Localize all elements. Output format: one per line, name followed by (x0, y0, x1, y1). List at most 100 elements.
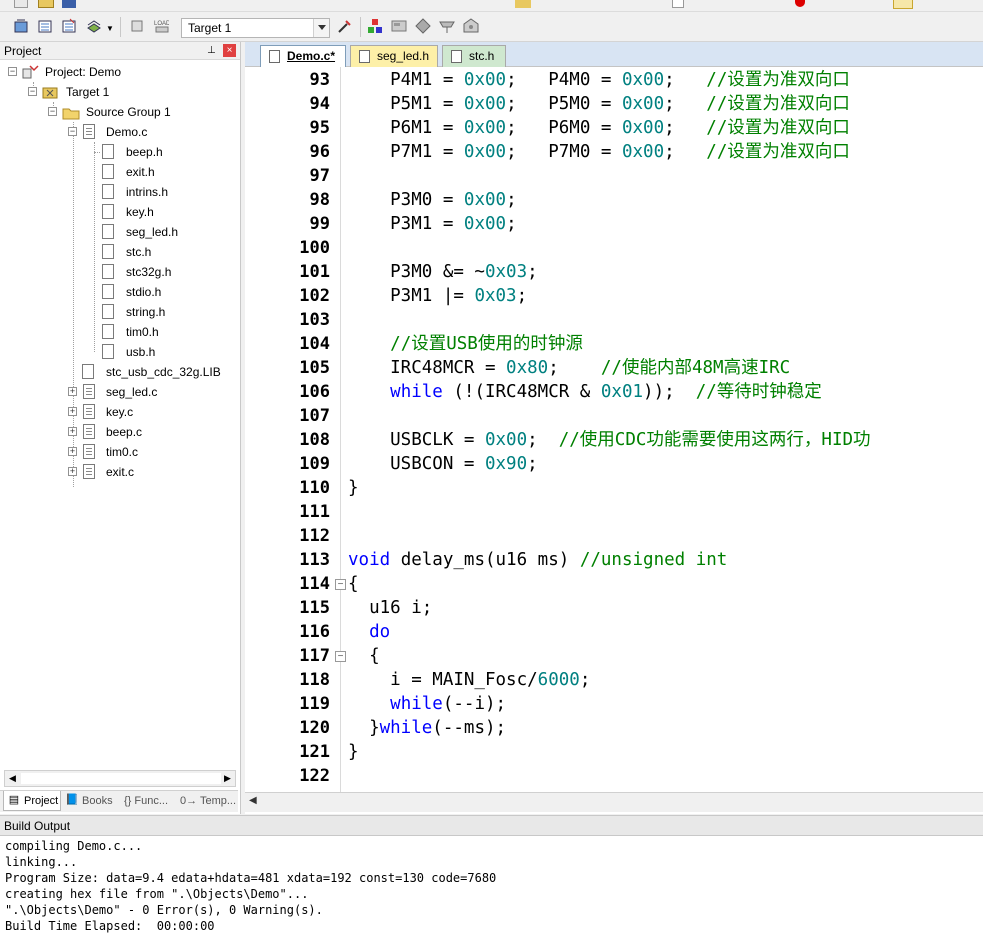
pin-icon[interactable]: ⊥ (205, 44, 218, 57)
tab-seg-led-h[interactable]: seg_led.h (350, 45, 438, 67)
project-tab-icon: ▤ (8, 794, 20, 806)
translate-icon[interactable] (12, 17, 30, 35)
line-number: 109 (299, 454, 330, 474)
code-line[interactable]: u16 i; (348, 596, 432, 620)
code-line[interactable]: USBCLK = 0x00; //使用CDC功能需要使用这两行，HID功 (348, 428, 870, 452)
code-line[interactable]: do (348, 620, 390, 644)
code-line[interactable]: i = MAIN_Fosc/6000; (348, 668, 590, 692)
code-line[interactable]: } (348, 740, 359, 764)
code-view[interactable]: 93 P4M1 = 0x00; P4M0 = 0x00; //设置为准双向口 94… (245, 67, 983, 792)
svg-text:LOAD: LOAD (154, 21, 169, 27)
header-file-icon (102, 224, 114, 239)
select-software-packs-icon[interactable] (438, 17, 456, 35)
tab-functions[interactable]: {} Func... (118, 791, 176, 811)
code-line[interactable]: { (348, 644, 380, 668)
line-number: 93 (309, 70, 330, 90)
tab-label: 0→ Temp... (180, 795, 237, 807)
target-select[interactable]: Target 1 (181, 18, 330, 38)
pack-installer-icon[interactable] (414, 17, 432, 35)
expand-icon[interactable]: + (68, 407, 77, 416)
tree-include-label: key.h (126, 205, 154, 219)
project-hscroll[interactable]: ◀ ▶ (4, 770, 236, 787)
collapse-icon[interactable]: − (68, 127, 77, 136)
save-icon[interactable] (62, 0, 76, 8)
code-line[interactable]: P7M1 = 0x00; P7M0 = 0x00; //设置为准双向口 (348, 140, 850, 164)
code-line[interactable]: P3M0 = 0x00; (348, 188, 516, 212)
code-line[interactable]: } (348, 476, 359, 500)
stop-build-icon[interactable] (128, 17, 146, 35)
find-in-files-icon[interactable] (515, 0, 531, 8)
tab-project[interactable]: ▤ Project (3, 791, 61, 811)
batch-dropdown-icon[interactable]: ▼ (106, 24, 114, 33)
build-output-text[interactable]: compiling Demo.c... linking... Program S… (0, 836, 983, 939)
build-icon[interactable] (36, 17, 54, 35)
line-number: 113 (299, 550, 330, 570)
dropdown-icon[interactable] (672, 0, 684, 8)
rebuild-icon[interactable] (60, 17, 78, 35)
build-line: Program Size: data=9.4 edata+hdata=481 x… (5, 871, 497, 885)
scroll-right-icon[interactable]: ▶ (220, 771, 235, 786)
chevron-down-icon[interactable] (313, 19, 329, 37)
build-output-pane: Build Output compiling Demo.c... linking… (0, 815, 983, 939)
code-line[interactable]: { (348, 572, 359, 596)
code-line[interactable]: void delay_ms(u16 ms) //unsigned int (348, 548, 727, 572)
code-line[interactable]: while (!(IRC48MCR & 0x01)); //等待时钟稳定 (348, 380, 822, 404)
code-line[interactable]: P3M1 = 0x00; (348, 212, 516, 236)
build-toolbar: ▼ LOAD Target 1 (0, 12, 983, 42)
fold-toggle-icon[interactable]: − (335, 579, 346, 590)
breakpoint-icon[interactable] (795, 0, 805, 7)
scroll-left-icon[interactable]: ◀ (5, 771, 20, 786)
tree-file-label: exit.c (106, 465, 135, 479)
code-line[interactable]: P4M1 = 0x00; P4M0 = 0x00; //设置为准双向口 (348, 68, 850, 92)
code-line[interactable]: }while(--ms); (348, 716, 506, 740)
code-line[interactable]: P5M1 = 0x00; P5M0 = 0x00; //设置为准双向口 (348, 92, 850, 116)
target-options-icon[interactable] (336, 17, 354, 35)
line-number: 100 (299, 238, 330, 258)
tree-project-label: Project: Demo (45, 65, 122, 79)
collapse-icon[interactable]: − (48, 107, 57, 116)
books-icon: 📘 (65, 794, 79, 806)
code-line[interactable]: USBCON = 0x90; (348, 452, 538, 476)
collapse-icon[interactable]: − (28, 87, 37, 96)
project-tree: − Project: Demo − Target 1 − Source Grou… (0, 62, 238, 812)
code-line[interactable]: P3M1 |= 0x03; (348, 284, 527, 308)
tab-templates[interactable]: 0→ Temp... (176, 791, 238, 811)
tab-label: stc.h (469, 49, 495, 63)
code-line[interactable]: //设置USB使用的时钟源 (348, 332, 583, 356)
fold-toggle-icon[interactable]: − (335, 651, 346, 662)
event-recorder-icon[interactable] (462, 17, 480, 35)
line-number: 98 (309, 190, 330, 210)
line-number: 114 (299, 574, 330, 594)
scroll-thumb[interactable] (21, 773, 221, 784)
code-line[interactable]: IRC48MCR = 0x80; //使能内部48M高速IRC (348, 356, 790, 380)
collapse-icon[interactable]: − (8, 67, 17, 76)
editor-hscroll[interactable]: ◀ (245, 792, 983, 812)
window-layout-icon[interactable] (893, 0, 913, 9)
expand-icon[interactable]: + (68, 467, 77, 476)
batch-build-icon[interactable] (85, 17, 103, 35)
tab-stc-h[interactable]: stc.h (442, 45, 506, 67)
expand-icon[interactable]: + (68, 427, 77, 436)
build-line: linking... (5, 855, 78, 869)
project-pane: Project ⊥ × − Project: Demo − Target 1 − (0, 42, 241, 814)
close-icon[interactable]: × (223, 44, 236, 57)
new-file-icon[interactable] (14, 0, 28, 8)
expand-icon[interactable]: + (68, 387, 77, 396)
tab-label: Demo.c* (287, 49, 336, 63)
scroll-left-icon[interactable]: ◀ (249, 795, 257, 806)
expand-icon[interactable]: + (68, 447, 77, 456)
manage-components-icon[interactable] (366, 17, 384, 35)
code-line[interactable]: while(--i); (348, 692, 506, 716)
code-line[interactable]: P3M0 &= ~0x03; (348, 260, 538, 284)
header-file-icon (102, 184, 114, 199)
load-icon[interactable]: LOAD (152, 17, 170, 35)
tab-books[interactable]: 📘 Books (62, 791, 118, 811)
open-folder-icon[interactable] (38, 0, 54, 8)
file-extensions-icon[interactable] (390, 17, 408, 35)
code-line[interactable]: P6M1 = 0x00; P6M0 = 0x00; //设置为准双向口 (348, 116, 850, 140)
tree-include-label: stc.h (126, 245, 152, 259)
header-file-icon (102, 324, 114, 339)
tab-label: Project (24, 795, 59, 807)
header-file-icon (102, 164, 114, 179)
tab-demo-c[interactable]: Demo.c* (260, 45, 346, 67)
